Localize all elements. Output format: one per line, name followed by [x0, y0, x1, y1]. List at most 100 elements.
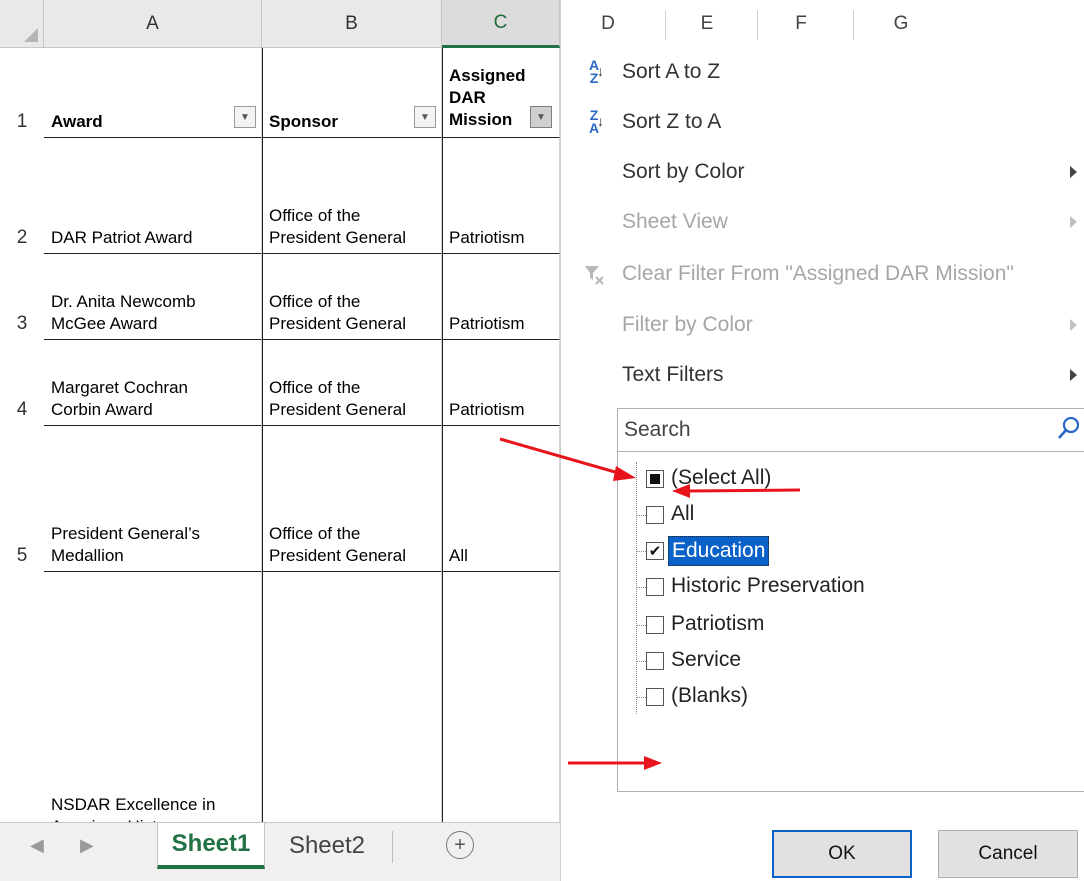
checkbox-unchecked-icon[interactable]	[646, 506, 664, 524]
filter-item-education[interactable]: ✔ Education	[618, 534, 1078, 568]
menu-clear-filter: Clear Filter From "Assigned DAR Mission"	[561, 252, 1084, 296]
tree-connector	[636, 625, 646, 626]
checkbox-checked-icon[interactable]: ✔	[646, 542, 664, 560]
row-header-3[interactable]: 3	[0, 254, 44, 340]
menu-filter-by-color: Filter by Color	[561, 303, 1084, 347]
menu-label: Filter by Color	[622, 313, 753, 336]
cell-award[interactable]: Margaret Cochran Corbin Award	[44, 340, 262, 426]
column-header-f: F	[795, 13, 807, 34]
cell-mission[interactable]	[442, 572, 560, 822]
clear-filter-icon	[581, 264, 607, 288]
table-border	[262, 48, 263, 822]
sheet-tab-sheet2[interactable]: Sheet2	[272, 823, 382, 869]
menu-label: Sheet View	[622, 210, 728, 233]
cell-mission[interactable]: All	[442, 426, 560, 572]
dropdown-arrow-icon: ▼	[420, 111, 430, 123]
filter-item-label: (Select All)	[671, 466, 772, 489]
cell-award[interactable]: NSDAR Excellence in American History	[44, 572, 262, 830]
tree-connector	[636, 515, 646, 516]
menu-label: Text Filters	[622, 363, 724, 386]
header-cell-award[interactable]: Award	[44, 48, 262, 138]
scroll-left-icon[interactable]: ◀	[30, 835, 44, 856]
column-separator	[665, 10, 666, 40]
cell-award[interactable]: President General’s Medallion	[44, 426, 262, 572]
add-sheet-icon[interactable]: +	[446, 831, 474, 859]
column-header-a[interactable]: A	[44, 0, 262, 48]
menu-label: Sort A to Z	[622, 60, 721, 83]
filter-item-label: Patriotism	[671, 612, 765, 635]
search-icon[interactable]	[1056, 415, 1082, 443]
row-header-1[interactable]: 1	[0, 48, 44, 138]
filter-dropdown-award[interactable]: ▼	[234, 106, 256, 128]
filter-search-box	[617, 408, 1084, 452]
submenu-arrow-icon	[1070, 216, 1077, 228]
sort-ascending-icon: A Z ↓	[588, 57, 604, 86]
row-header-2[interactable]: 2	[0, 138, 44, 254]
cell-sponsor[interactable]: Office of the President General	[262, 138, 442, 254]
column-separator	[757, 10, 758, 40]
filter-item-historic-preservation[interactable]: Historic Preservation	[618, 570, 1078, 604]
cell-mission[interactable]: Patriotism	[442, 138, 560, 254]
filter-item-label: Service	[671, 648, 742, 671]
dropdown-arrow-icon: ▼	[536, 111, 546, 123]
checkbox-unchecked-icon[interactable]	[646, 578, 664, 596]
search-input[interactable]	[618, 409, 1038, 451]
row-header-5[interactable]: 5	[0, 426, 44, 572]
column-header-d: D	[601, 13, 615, 34]
tree-connector	[636, 587, 646, 588]
cell-mission[interactable]: Patriotism	[442, 340, 560, 426]
filter-values-list: (Select All) All ✔ Education Historic Pr…	[617, 452, 1084, 792]
sheet-tab-sheet1[interactable]: Sheet1	[157, 823, 265, 869]
row-header-4[interactable]: 4	[0, 340, 44, 426]
filter-item-patriotism[interactable]: Patriotism	[618, 608, 1078, 642]
cell-sponsor[interactable]: Office of the President General	[262, 340, 442, 426]
menu-sort-by-color[interactable]: Sort by Color	[561, 150, 1084, 194]
checkbox-unchecked-icon[interactable]	[646, 652, 664, 670]
menu-sort-z-to-a[interactable]: Z A ↓ Sort Z to A	[561, 100, 1084, 144]
checkbox-unchecked-icon[interactable]	[646, 688, 664, 706]
sort-descending-icon: Z A ↓	[588, 107, 604, 136]
cell-award[interactable]: DAR Patriot Award	[44, 138, 262, 254]
filter-item-label: All	[671, 502, 695, 525]
filter-item-label: (Blanks)	[671, 684, 749, 707]
cell-sponsor[interactable]: Office of the President General	[262, 426, 442, 572]
cancel-button[interactable]: Cancel	[938, 830, 1078, 878]
menu-sort-a-to-z[interactable]: A Z ↓ Sort A to Z	[561, 50, 1084, 94]
column-header-b[interactable]: B	[262, 0, 442, 48]
cell-mission[interactable]: Patriotism	[442, 254, 560, 340]
menu-text-filters[interactable]: Text Filters	[561, 353, 1084, 397]
menu-label: Sort Z to A	[622, 110, 722, 133]
column-header-c[interactable]: C	[442, 0, 560, 48]
corner-triangle-icon	[24, 28, 38, 42]
menu-label: Clear Filter From "Assigned DAR Mission"	[622, 262, 1014, 285]
column-separator	[853, 10, 854, 40]
filter-dropdown-sponsor[interactable]: ▼	[414, 106, 436, 128]
filter-item-label: Historic Preservation	[671, 574, 865, 597]
scroll-right-icon[interactable]: ▶	[80, 835, 94, 856]
submenu-arrow-icon	[1070, 369, 1077, 381]
submenu-arrow-icon	[1070, 319, 1077, 331]
filter-item-all[interactable]: All	[618, 498, 1078, 532]
menu-sheet-view: Sheet View	[561, 200, 1084, 244]
sheet-tab-bar: ◀ ▶ Sheet1 Sheet2 +	[0, 822, 560, 881]
table-border	[442, 48, 443, 822]
filter-item-service[interactable]: Service	[618, 644, 1078, 678]
menu-label: Sort by Color	[622, 160, 745, 183]
column-header-g: G	[893, 13, 909, 34]
column-header-e: E	[700, 13, 714, 34]
row-header-6[interactable]	[0, 572, 44, 822]
spreadsheet-grid: A B C 1 Award Sponsor Assigned DAR Missi…	[0, 0, 560, 830]
tree-connector	[636, 661, 646, 662]
filter-dropdown-mission[interactable]: ▼	[530, 106, 552, 128]
select-all-corner[interactable]	[0, 0, 44, 48]
tree-connector	[636, 697, 646, 698]
checkbox-unchecked-icon[interactable]	[646, 616, 664, 634]
cell-sponsor[interactable]: Office of the President General	[262, 254, 442, 340]
filter-item-blanks[interactable]: (Blanks)	[618, 680, 1078, 714]
filter-item-label: Education	[668, 536, 770, 566]
cell-sponsor[interactable]: Office of the	[262, 572, 442, 830]
filter-item-select-all[interactable]: (Select All)	[618, 462, 1078, 496]
checkbox-mixed-icon[interactable]	[646, 470, 664, 488]
cell-award[interactable]: Dr. Anita Newcomb McGee Award	[44, 254, 262, 340]
ok-button[interactable]: OK	[772, 830, 912, 878]
